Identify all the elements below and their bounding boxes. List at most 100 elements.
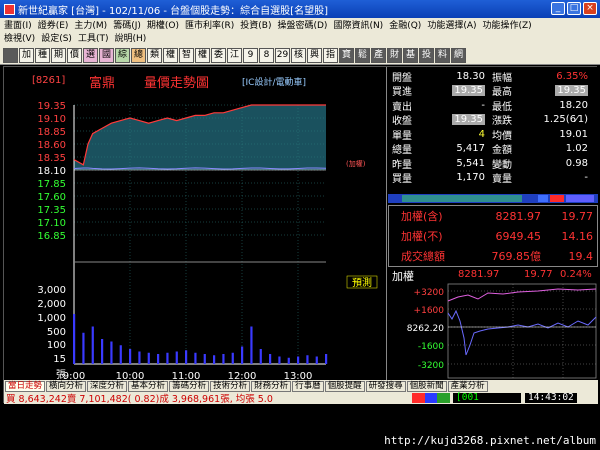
quote-row: 單量 4 均價 19.01 (388, 127, 598, 142)
menu-row-1: 畫面(I) 證券(E) 主力(M) 籌碼(J) 期權(O) 匯市利率(R) 投資(B) 操盤密… (0, 18, 600, 31)
index-change: 19.77 (561, 209, 594, 223)
toolbar-button[interactable]: 產 (371, 47, 386, 63)
quote-value-cell: 5,541 (422, 158, 488, 169)
tab[interactable]: 產業分析 (447, 380, 488, 392)
tab[interactable]: 個股新聞 (406, 380, 447, 392)
tab[interactable]: 當日走勢 (5, 380, 46, 392)
forecast-label: 預測 (352, 276, 372, 289)
quote-row: 買進 19.35 最高 19.35 (388, 84, 598, 98)
toolbar-button[interactable]: 8 (259, 47, 274, 63)
close-button[interactable]: × (583, 2, 597, 15)
main-frame: 19.35 19.10 18.85 18.60 18.35 18.10 17.85 17.60… (3, 66, 598, 405)
tab[interactable]: 橫向分析 (46, 380, 87, 392)
mini-frame (447, 283, 597, 379)
toolbar-button[interactable] (3, 47, 18, 63)
menu-item[interactable]: 功能選擇(A) (427, 18, 476, 31)
toolbar-button[interactable]: 類 (147, 47, 162, 63)
toolbar-button[interactable]: 權 (163, 47, 178, 63)
menu-item[interactable]: 金融(Q) (389, 18, 421, 31)
tab[interactable]: 基本分析 (128, 380, 169, 392)
toolbar-button[interactable]: 29 (275, 47, 290, 63)
menu-item[interactable]: 證券(E) (38, 18, 69, 31)
market-totals: 買 8,643,242賣 7,101,482( 0.82)成 3,968,961… (6, 394, 273, 405)
toolbar-button[interactable]: 江 (227, 47, 242, 63)
mini-tick-label: +1600 (414, 306, 445, 316)
tab[interactable]: 行事曆 (292, 380, 324, 392)
toolbar-button[interactable]: 網 (451, 47, 466, 63)
menu-item[interactable]: 籌碼(J) (113, 18, 141, 31)
quote-value: 19.35 (452, 85, 485, 97)
menu-item[interactable]: 期權(O) (147, 18, 179, 31)
tab[interactable]: 技術分析 (210, 380, 251, 392)
toolbar-button[interactable]: 智 (179, 47, 194, 63)
quote-value: 18.20 (559, 99, 588, 111)
index-value: 8281.97 (495, 209, 542, 223)
mini-chart-label: 加權 (392, 270, 414, 283)
minimize-button[interactable]: _ (551, 2, 565, 15)
quote-value: 19.35 (452, 114, 485, 126)
index-row: 成交總額 769.85億 19.4 (389, 246, 597, 266)
menu-item[interactable]: 畫面(I) (4, 18, 32, 31)
toolbar-button[interactable]: 期 (51, 47, 66, 63)
quote-value: 4 (478, 128, 485, 140)
toolbar-button[interactable]: 總 (131, 47, 146, 63)
clock: 14:43:02 (525, 393, 577, 403)
menu-item[interactable]: 國際資訊(N) (333, 18, 383, 31)
toolbar-button[interactable]: 種 (35, 47, 50, 63)
toolbar-button[interactable]: 選 (83, 47, 98, 63)
quote-value-cell: - (522, 172, 592, 183)
mini-index-line (447, 309, 597, 356)
tab[interactable]: 籌碼分析 (169, 380, 210, 392)
toolbar-button[interactable]: 指 (323, 47, 338, 63)
menu-item[interactable]: 主力(M) (74, 18, 107, 31)
menu-item[interactable]: 功能操作(Z) (483, 18, 532, 31)
tab[interactable]: 研發搜尋 (365, 380, 406, 392)
menu-item[interactable]: 檢視(V) (4, 31, 35, 44)
status-bar: 買 8,643,242賣 7,101,482( 0.82)成 3,968,961… (4, 392, 598, 405)
tab[interactable]: 個股提醒 (324, 380, 365, 392)
quote-row: 買量 1,170 賣量 - (388, 171, 598, 186)
toolbar-button[interactable]: 興 (307, 47, 322, 63)
page-code[interactable]: [001 (453, 393, 521, 403)
index-value: 769.85億 (491, 250, 542, 263)
menu-item[interactable]: 工具(T) (78, 31, 109, 44)
time-tick-label: 9:00 (63, 371, 85, 380)
toolbar-button[interactable]: 9 (243, 47, 258, 63)
tab[interactable]: 深度分析 (87, 380, 128, 392)
tab[interactable]: 財務分析 (251, 380, 292, 392)
index-mini-chart: +3200 +1600 8262.20 -1600 -3200 (407, 283, 597, 379)
quote-label: 買量 (392, 174, 412, 186)
toolbar-button[interactable]: 財 (387, 47, 402, 63)
volume-bar (129, 349, 132, 364)
price-tick-label: 17.35 (37, 205, 66, 216)
toolbar-button[interactable]: 綜 (115, 47, 130, 63)
volume-bar (250, 326, 253, 364)
mini-tick-label: -1600 (418, 342, 444, 352)
toolbar-button[interactable]: 料 (435, 47, 450, 63)
menu-item[interactable]: 匯市利率(R) (185, 18, 234, 31)
menu-item[interactable]: 投資(B) (240, 18, 271, 31)
toolbar-button[interactable]: 基 (403, 47, 418, 63)
toolbar-button[interactable]: 加 (19, 47, 34, 63)
index-summary: 加權(含) 8281.97 19.77 加權(不) 6949.45 14.16 成交總額 76… (388, 205, 598, 267)
quote-value: - (481, 99, 485, 111)
price-tick-label: 19.10 (37, 114, 66, 125)
menu-item[interactable]: 說明(H) (114, 31, 146, 44)
price-tick-label: 17.60 (37, 192, 66, 203)
stock-name: 富鼎 (89, 76, 116, 91)
toolbar-button[interactable]: 國 (99, 47, 114, 63)
toolbar-button[interactable]: 價 (67, 47, 82, 63)
volume-bar (278, 356, 281, 364)
toolbar-button[interactable]: 投 (419, 47, 434, 63)
volume-bar (306, 355, 309, 364)
maximize-button[interactable]: □ (567, 2, 581, 15)
menu-item[interactable]: 設定(S) (41, 31, 72, 44)
watermark-url: http://kujd3268.pixnet.net/album (384, 434, 596, 447)
toolbar-button[interactable]: 鬆 (355, 47, 370, 63)
volume-bar (157, 354, 160, 364)
toolbar-button[interactable]: 寶 (339, 47, 354, 63)
toolbar-button[interactable]: 核 (291, 47, 306, 63)
toolbar-button[interactable]: 權 (195, 47, 210, 63)
toolbar-button[interactable]: 委 (211, 47, 226, 63)
menu-item[interactable]: 操盤密碼(D) (277, 18, 327, 31)
